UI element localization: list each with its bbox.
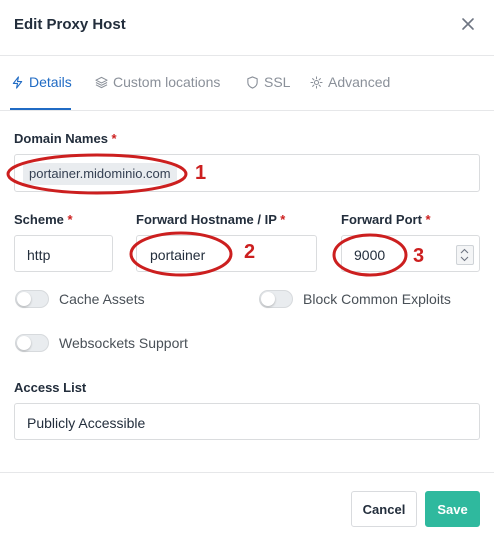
annotation-number-3: 3 bbox=[413, 245, 425, 267]
required-mark: * bbox=[280, 212, 286, 227]
access-list-value: Publicly Accessible bbox=[27, 415, 146, 431]
block-exploits-label: Block Common Exploits bbox=[303, 291, 451, 307]
forward-port-label: Forward Port * bbox=[341, 212, 431, 227]
websockets-label: Websockets Support bbox=[59, 335, 188, 351]
required-mark: * bbox=[425, 212, 431, 227]
forward-hostname-label: Forward Hostname / IP * bbox=[136, 212, 286, 227]
switch-knob bbox=[261, 292, 275, 306]
annotation-number-2: 2 bbox=[244, 241, 256, 263]
forward-hostname-input[interactable]: portainer bbox=[136, 235, 317, 272]
active-tab-indicator bbox=[10, 108, 71, 110]
chevron-up-icon[interactable] bbox=[460, 248, 469, 254]
tab-ssl-label: SSL bbox=[264, 74, 291, 90]
forward-hostname-value: portainer bbox=[150, 247, 206, 263]
domain-names-label: Domain Names * bbox=[14, 131, 117, 146]
bolt-icon bbox=[12, 75, 23, 89]
websockets-toggle[interactable]: Websockets Support bbox=[15, 334, 188, 352]
modal-footer: Cancel Save bbox=[0, 472, 494, 543]
scheme-label: Scheme * bbox=[14, 212, 73, 227]
switch-knob bbox=[17, 292, 31, 306]
switch-knob bbox=[17, 336, 31, 350]
chevron-down-icon[interactable] bbox=[460, 256, 469, 262]
cancel-button[interactable]: Cancel bbox=[351, 491, 417, 527]
access-list-label: Access List bbox=[14, 380, 87, 395]
shield-icon bbox=[247, 75, 258, 89]
gear-icon bbox=[310, 75, 323, 89]
domain-names-input[interactable]: portainer.midominio.com bbox=[14, 154, 480, 192]
scheme-value: http bbox=[27, 247, 51, 263]
port-stepper[interactable] bbox=[456, 245, 474, 265]
cache-assets-toggle[interactable]: Cache Assets bbox=[15, 290, 145, 308]
tab-details-label: Details bbox=[29, 74, 72, 90]
domain-chip[interactable]: portainer.midominio.com bbox=[23, 163, 177, 185]
required-mark: * bbox=[67, 212, 73, 227]
tab-details[interactable]: Details bbox=[11, 74, 72, 90]
tab-advanced[interactable]: Advanced bbox=[310, 74, 390, 90]
layers-icon bbox=[95, 76, 108, 88]
close-icon[interactable] bbox=[459, 15, 477, 33]
tab-ssl[interactable]: SSL bbox=[246, 74, 290, 90]
annotation-number-1: 1 bbox=[195, 162, 207, 184]
block-exploits-switch[interactable] bbox=[259, 290, 293, 308]
forward-port-input[interactable]: 9000 bbox=[341, 235, 480, 272]
cache-assets-label: Cache Assets bbox=[59, 291, 145, 307]
modal-header: Edit Proxy Host bbox=[0, 0, 494, 56]
tab-custom-locations[interactable]: Custom locations bbox=[95, 74, 220, 90]
tab-custom-locations-label: Custom locations bbox=[113, 74, 221, 90]
websockets-switch[interactable] bbox=[15, 334, 49, 352]
edit-proxy-host-modal: Edit Proxy Host Details Custom locations… bbox=[0, 0, 494, 542]
forward-port-value: 9000 bbox=[354, 247, 386, 263]
save-button[interactable]: Save bbox=[425, 491, 480, 527]
modal-title: Edit Proxy Host bbox=[14, 16, 126, 33]
cache-assets-switch[interactable] bbox=[15, 290, 49, 308]
tab-advanced-label: Advanced bbox=[328, 74, 391, 90]
required-mark: * bbox=[111, 131, 117, 146]
scheme-select[interactable]: http bbox=[14, 235, 113, 272]
access-list-select[interactable]: Publicly Accessible bbox=[14, 403, 480, 440]
block-exploits-toggle[interactable]: Block Common Exploits bbox=[259, 290, 451, 308]
tab-bar: Details Custom locations SSL Advanced bbox=[0, 56, 494, 111]
